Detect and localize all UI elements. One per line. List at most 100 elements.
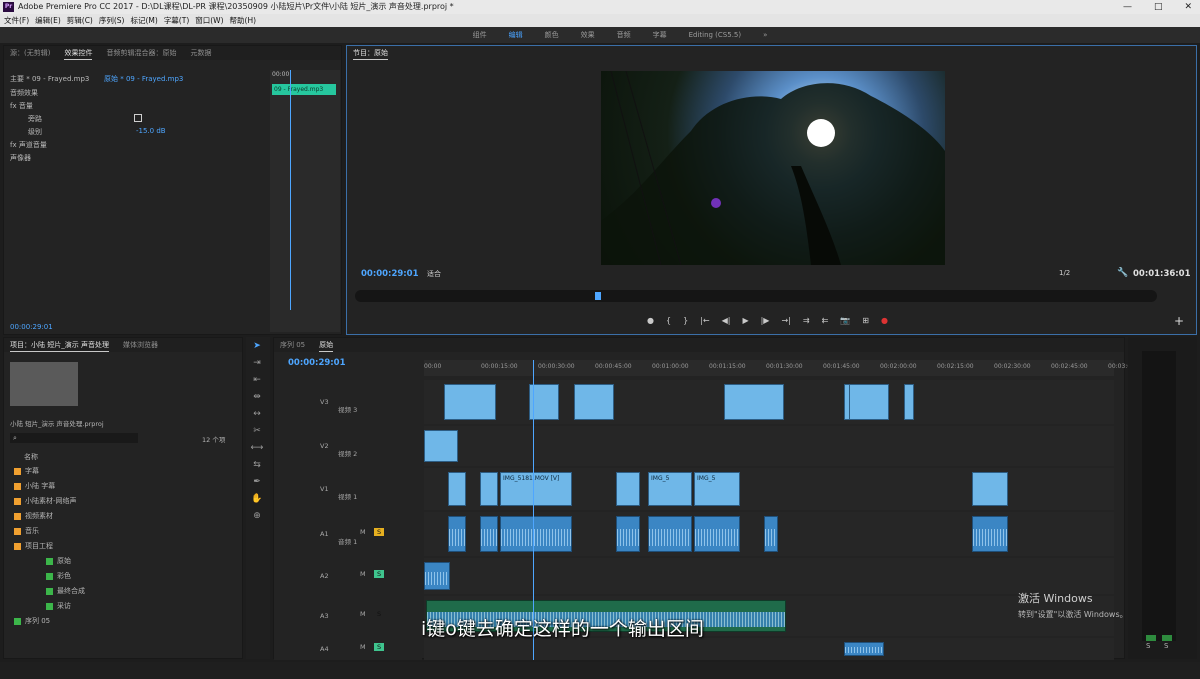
menu-marker[interactable]: 标记(M) <box>130 14 157 27</box>
workspace-effects[interactable]: 效果 <box>570 27 606 43</box>
program-current-timecode[interactable]: 00:00:29:01 <box>361 269 419 279</box>
record-icon[interactable]: ● <box>881 316 888 325</box>
project-item[interactable]: 项目工程 <box>14 541 53 551</box>
workspace-color[interactable]: 颜色 <box>534 27 570 43</box>
track-lane-a4[interactable] <box>424 638 1114 660</box>
menu-title[interactable]: 字幕(T) <box>164 14 189 27</box>
breadcrumb-clip[interactable]: 原始 * 09 - Frayed.mp3 <box>104 74 183 84</box>
fx-volume-row[interactable]: fx 音量 <box>10 101 33 111</box>
project-search-input[interactable]: ⌕ <box>10 433 138 443</box>
tab-project[interactable]: 项目：小陆 短片_演示 声音处理 <box>10 338 109 352</box>
audio-clip[interactable] <box>500 516 572 552</box>
minimize-button[interactable]: — <box>1123 0 1132 14</box>
mini-playhead[interactable] <box>290 70 291 310</box>
go-to-out-button[interactable]: →| <box>781 316 790 325</box>
panner-label[interactable]: 声像器 <box>10 153 31 163</box>
tab-source[interactable]: 源：(无剪辑) <box>10 46 50 60</box>
menu-edit[interactable]: 编辑(E) <box>35 14 61 27</box>
menu-file[interactable]: 文件(F) <box>4 14 29 27</box>
video-clip[interactable] <box>724 384 784 420</box>
maximize-button[interactable]: □ <box>1154 0 1163 14</box>
workspace-titles[interactable]: 字幕 <box>642 27 678 43</box>
track-header-a4[interactable]: A4 M S <box>274 638 422 660</box>
audio-clip[interactable] <box>480 516 498 552</box>
fx-channel-volume-row[interactable]: fx 声道音量 <box>10 140 47 150</box>
track-lane-v2[interactable] <box>424 426 1114 466</box>
play-button[interactable]: ▶ <box>742 316 748 325</box>
program-scrub-bar[interactable] <box>355 290 1157 302</box>
go-to-in-button[interactable]: |← <box>700 316 709 325</box>
track-header-a3[interactable]: A3 M S <box>274 596 422 636</box>
track-header-a2[interactable]: A2 M S <box>274 558 422 594</box>
tab-program[interactable]: 节目：原始 <box>353 46 388 60</box>
project-item[interactable]: 彩色 <box>46 571 71 581</box>
audio-clip[interactable] <box>694 516 740 552</box>
menu-help[interactable]: 帮助(H) <box>230 14 257 27</box>
export-frame-button[interactable]: 📷 <box>840 316 850 325</box>
track-lane-a2[interactable] <box>424 558 1114 594</box>
track-header-v1[interactable]: V1 视频 1 <box>274 468 422 510</box>
video-clip[interactable] <box>972 472 1008 506</box>
mute-button[interactable]: M <box>360 570 366 578</box>
selection-tool-icon[interactable]: ➤ <box>250 339 264 353</box>
audio-clip[interactable] <box>424 562 450 590</box>
bypass-checkbox[interactable] <box>134 114 142 122</box>
track-id[interactable]: V2 <box>320 442 329 450</box>
comparison-view-button[interactable]: ⊞ <box>862 316 869 325</box>
rolling-edit-tool-icon[interactable]: ⇹ <box>250 390 264 404</box>
tab-metadata[interactable]: 元数据 <box>190 46 211 60</box>
tab-sequence-05[interactable]: 序列 05 <box>280 338 305 352</box>
rate-stretch-tool-icon[interactable]: ↔ <box>250 407 264 421</box>
menu-clip[interactable]: 剪辑(C) <box>67 14 93 27</box>
pen-tool-icon[interactable]: ✒ <box>250 475 264 489</box>
hand-tool-icon[interactable]: ✋ <box>250 492 264 506</box>
tab-sequence-original[interactable]: 原始 <box>319 338 334 352</box>
fit-dropdown[interactable]: 适合 <box>427 269 441 279</box>
tab-media-browser[interactable]: 媒体浏览器 <box>123 338 158 352</box>
project-item[interactable]: 最终合成 <box>46 586 85 596</box>
video-clip[interactable]: IMG_5 <box>694 472 740 506</box>
mark-out-button[interactable]: } <box>683 316 688 325</box>
button-editor-add[interactable]: + <box>1174 314 1184 328</box>
slide-tool-icon[interactable]: ⇆ <box>250 458 264 472</box>
project-item[interactable]: 采访 <box>46 601 71 611</box>
track-id[interactable]: A1 <box>320 530 329 538</box>
audio-clip[interactable] <box>448 516 466 552</box>
workspace-more-button[interactable]: » <box>752 27 778 43</box>
track-select-tool-icon[interactable]: ⇥ <box>250 356 264 370</box>
video-clip[interactable] <box>480 472 498 506</box>
timeline-timecode[interactable]: 00:00:29:01 <box>288 358 346 368</box>
project-item[interactable]: 小陆 字幕 <box>14 481 55 491</box>
tab-audio-clip-mixer[interactable]: 音频剪辑混合器：原始 <box>106 46 176 60</box>
track-lane-v1[interactable]: IMG_5181.MOV [V] IMG_5 IMG_5 <box>424 468 1114 510</box>
workspace-assembly[interactable]: 组件 <box>462 27 498 43</box>
audio-clip[interactable] <box>972 516 1008 552</box>
video-clip[interactable] <box>616 472 640 506</box>
menu-sequence[interactable]: 序列(S) <box>99 14 125 27</box>
video-clip[interactable] <box>574 384 614 420</box>
time-ruler[interactable]: 00:00 00:00:15:00 00:00:30:00 00:00:45:00 00… <box>424 360 1135 376</box>
audio-clip[interactable] <box>648 516 692 552</box>
close-button[interactable]: ✕ <box>1184 0 1192 14</box>
project-item[interactable]: 小陆素材-网络声 <box>14 496 77 506</box>
track-id[interactable]: A3 <box>320 612 329 620</box>
ripple-edit-tool-icon[interactable]: ⇤ <box>250 373 264 387</box>
video-clip[interactable] <box>444 384 496 420</box>
mute-button[interactable]: M <box>360 528 366 536</box>
track-id[interactable]: A4 <box>320 645 329 653</box>
project-item[interactable]: 音乐 <box>14 526 39 536</box>
workspace-audio[interactable]: 音频 <box>606 27 642 43</box>
track-header-v2[interactable]: V2 视频 2 <box>274 426 422 466</box>
razor-tool-icon[interactable]: ✂ <box>250 424 264 438</box>
solo-button[interactable]: S <box>374 610 384 618</box>
mute-button[interactable]: M <box>360 643 366 651</box>
project-item[interactable]: 视频素材 <box>14 511 53 521</box>
track-id[interactable]: V1 <box>320 485 329 493</box>
mini-audio-clip[interactable]: 09 - Frayed.mp3 <box>272 84 336 95</box>
solo-button[interactable]: S <box>374 643 385 651</box>
menu-window[interactable]: 窗口(W) <box>195 14 223 27</box>
track-lane-a1[interactable] <box>424 512 1114 556</box>
project-item[interactable]: 序列 05 <box>14 616 50 626</box>
audio-clip[interactable] <box>616 516 640 552</box>
tab-effect-controls[interactable]: 效果控件 <box>64 46 93 60</box>
